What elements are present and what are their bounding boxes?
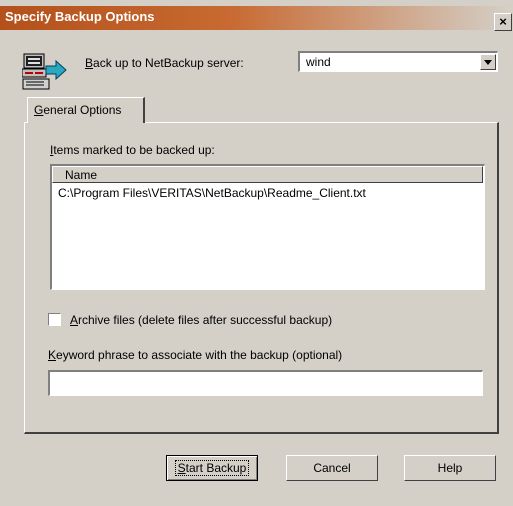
archive-label[interactable]: Archive files (delete files after succes… [70,313,332,327]
list-item[interactable]: C:\Program Files\VERITAS\NetBackup\Readm… [58,186,366,200]
server-value: wind [306,55,331,69]
archive-checkbox[interactable] [48,313,61,326]
keyword-input[interactable] [48,370,483,396]
items-list[interactable]: Name C:\Program Files\VERITAS\NetBackup\… [50,164,485,290]
items-label: Items marked to be backed up: [50,143,215,157]
specify-backup-options-dialog: Specify Backup Options × Back up to NetB… [0,0,513,506]
cancel-button[interactable]: Cancel [286,455,378,481]
tab-label: General Options [34,103,122,117]
name-column-header[interactable]: Name [52,166,483,183]
start-backup-button[interactable]: Start Backup [166,455,258,481]
close-icon: × [499,14,507,29]
keyword-label: Keyword phrase to associate with the bac… [48,348,343,362]
title-bar: Specify Backup Options × [0,6,513,31]
dialog-title: Specify Backup Options [5,9,155,24]
server-combobox[interactable]: wind [298,51,498,72]
close-button[interactable]: × [494,13,512,31]
computer-backup-icon [22,53,67,90]
tab-general-options[interactable]: General Options [27,97,145,123]
help-button[interactable]: Help [404,455,496,481]
server-label: Back up to NetBackup server: [85,56,244,70]
dropdown-arrow-icon[interactable] [480,54,496,70]
